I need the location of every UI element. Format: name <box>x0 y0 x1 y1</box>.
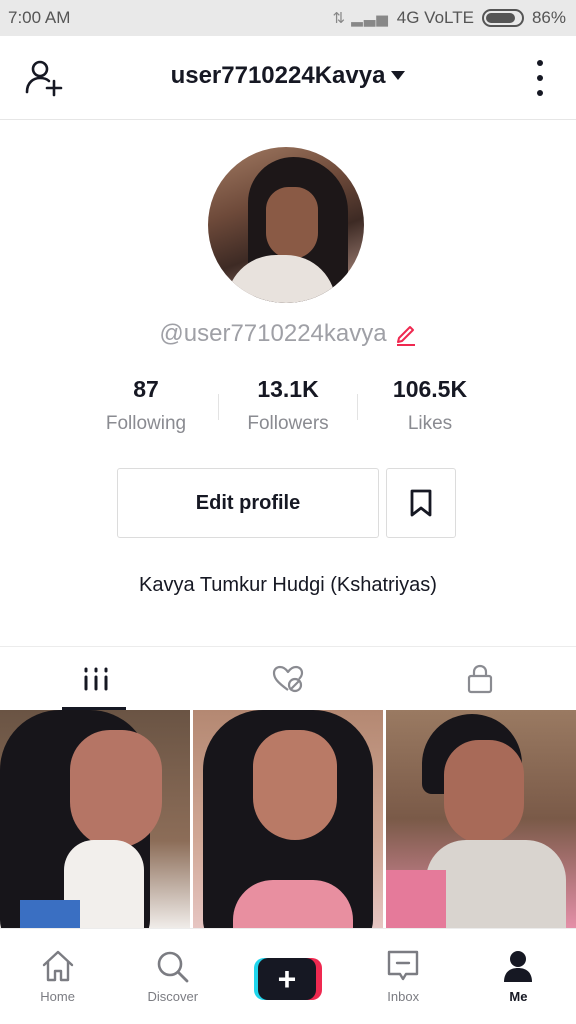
nav-label: Home <box>40 989 75 1004</box>
profile-handle-row: @user7710224kavya <box>0 320 576 348</box>
video-grid <box>0 710 576 928</box>
nav-discover[interactable]: Discover <box>115 929 230 1024</box>
home-icon <box>42 950 73 982</box>
bookmark-button[interactable] <box>386 468 456 538</box>
battery-icon <box>481 9 524 27</box>
stat-divider <box>218 394 219 420</box>
stat-value: 13.1K <box>257 376 319 402</box>
liked-hidden-icon <box>272 665 304 692</box>
nav-home[interactable]: Home <box>0 929 115 1024</box>
video-thumbnail[interactable] <box>386 710 576 928</box>
network-label: 4G VoLTE <box>396 8 474 27</box>
profile-icon <box>504 951 533 982</box>
account-switcher[interactable]: user7710224Kavya <box>171 62 406 90</box>
nav-inbox[interactable]: Inbox <box>346 929 461 1024</box>
edit-pencil-icon[interactable] <box>395 322 417 346</box>
nav-label: Inbox <box>387 989 420 1004</box>
stat-divider <box>357 394 358 420</box>
signal-icon: ⇅ ▂▃▅ <box>332 10 389 27</box>
add-user-icon[interactable] <box>24 58 66 100</box>
nav-me[interactable]: Me <box>461 929 576 1024</box>
profile-bio: Kavya Tumkur Hudgi (Kshatriyas) <box>139 574 437 596</box>
stat-value: 106.5K <box>392 376 468 402</box>
stat-value: 87 <box>133 376 159 402</box>
stat-label: Following <box>105 413 187 434</box>
tab-videos[interactable] <box>0 647 192 710</box>
status-bar: 7:00 AM ⇅ ▂▃▅ 4G VoLTE 86% <box>0 0 576 36</box>
status-time: 7:00 AM <box>8 8 71 27</box>
video-thumbnail[interactable] <box>0 710 190 928</box>
search-icon <box>157 951 189 983</box>
lock-icon <box>467 664 493 693</box>
nav-create[interactable]: + <box>230 929 345 1024</box>
nav-label: Me <box>509 989 528 1004</box>
stat-likes[interactable]: 106.5K Likes <box>360 376 500 435</box>
video-thumbnail[interactable] <box>193 710 383 928</box>
stat-label: Likes <box>407 413 453 434</box>
stat-followers[interactable]: 13.1K Followers <box>218 376 358 435</box>
battery-percent: 86% <box>531 8 566 27</box>
inbox-icon <box>388 950 419 981</box>
nav-label: Discover <box>147 989 199 1004</box>
edit-profile-button[interactable]: Edit profile <box>117 468 379 538</box>
more-vertical-icon[interactable] <box>532 60 548 96</box>
bookmark-icon <box>410 489 432 517</box>
profile-header: user7710224Kavya <box>0 36 576 120</box>
tab-liked[interactable] <box>192 647 384 710</box>
create-plus-icon: + <box>254 957 322 1000</box>
grid-icon <box>84 667 108 690</box>
stat-label: Followers <box>247 413 329 434</box>
header-username: user7710224Kavya <box>170 61 386 89</box>
profile-tabs <box>0 646 576 710</box>
tab-private[interactable] <box>384 647 576 710</box>
avatar[interactable] <box>208 147 364 303</box>
stat-following[interactable]: 87 Following <box>76 376 216 435</box>
profile-handle: @user7710224kavya <box>159 320 387 347</box>
bottom-nav: Home Discover + Inbox Me <box>0 928 576 1024</box>
status-indicators: ⇅ ▂▃▅ 4G VoLTE 86% <box>332 8 566 28</box>
chevron-down-icon <box>391 71 406 80</box>
profile-stats: 87 Following 13.1K Followers 106.5K Like… <box>76 376 500 435</box>
